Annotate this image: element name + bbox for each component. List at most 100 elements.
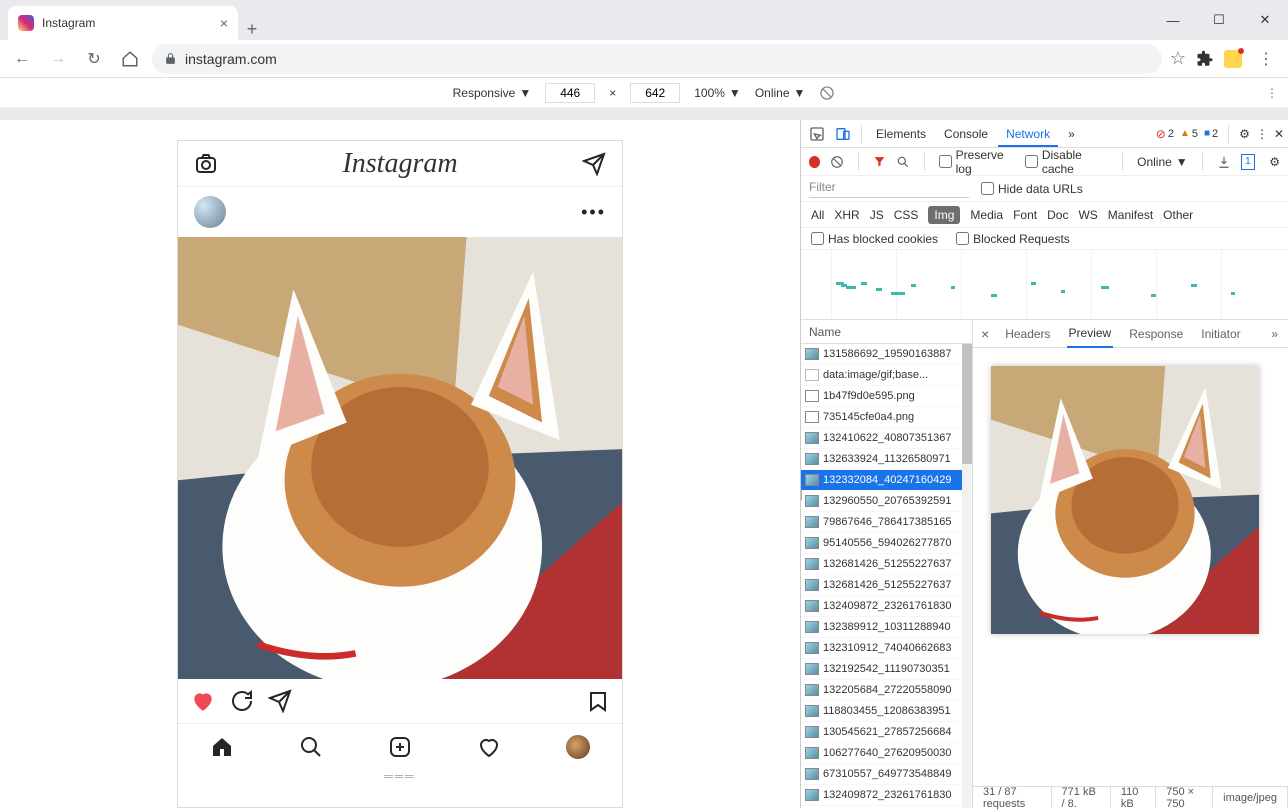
- type-js[interactable]: JS: [870, 208, 884, 222]
- request-row[interactable]: 132192542_11190730351: [801, 659, 962, 680]
- preserve-log-checkbox[interactable]: Preserve log: [939, 148, 1015, 176]
- filter-icon[interactable]: [873, 155, 886, 168]
- info-count[interactable]: 2: [1204, 128, 1218, 140]
- resize-handle[interactable]: ||: [797, 464, 803, 524]
- inspect-icon[interactable]: [805, 126, 829, 142]
- drag-handle-icon[interactable]: ═══: [178, 769, 622, 783]
- save-button[interactable]: [586, 689, 610, 713]
- tab-preview[interactable]: Preview: [1067, 320, 1114, 348]
- type-manifest[interactable]: Manifest: [1108, 208, 1153, 222]
- request-row[interactable]: 132389912_10311288940: [801, 617, 962, 638]
- new-tab-button[interactable]: +: [238, 19, 266, 40]
- device-more-button[interactable]: ⋮: [1266, 86, 1278, 100]
- tab-headers[interactable]: Headers: [1003, 321, 1052, 347]
- tab-elements[interactable]: Elements: [868, 121, 934, 147]
- request-row[interactable]: 132409872_23261761830: [801, 596, 962, 617]
- tab-initiator[interactable]: Initiator: [1199, 321, 1242, 347]
- request-row[interactable]: 132332084_40247160429: [801, 470, 962, 491]
- omnibox[interactable]: instagram.com: [152, 44, 1162, 74]
- type-font[interactable]: Font: [1013, 208, 1037, 222]
- request-row[interactable]: 132205684_27220558090: [801, 680, 962, 701]
- blocked-requests-checkbox[interactable]: Blocked Requests: [956, 232, 1070, 246]
- export-har-icon[interactable]: 1: [1241, 154, 1256, 170]
- tab-console[interactable]: Console: [936, 121, 996, 147]
- warning-count[interactable]: 5: [1180, 128, 1198, 140]
- tab-network[interactable]: Network: [998, 121, 1058, 147]
- type-media[interactable]: Media: [970, 208, 1003, 222]
- nav-back-button[interactable]: ←: [8, 45, 36, 73]
- disable-cache-checkbox[interactable]: Disable cache: [1025, 148, 1108, 176]
- window-close-button[interactable]: ✕: [1242, 0, 1288, 40]
- camera-icon[interactable]: [194, 152, 218, 176]
- request-row[interactable]: 106277640_27620950030: [801, 743, 962, 764]
- devtools-close-icon[interactable]: ✕: [1274, 127, 1284, 141]
- request-row[interactable]: 1b47f9d0e595.png: [801, 386, 962, 407]
- request-row[interactable]: 132310912_74040662683: [801, 638, 962, 659]
- request-row[interactable]: 132681426_51255227637: [801, 575, 962, 596]
- request-row[interactable]: 132633924_11326580971: [801, 449, 962, 470]
- import-har-icon[interactable]: [1217, 155, 1231, 169]
- user-avatar[interactable]: [194, 196, 226, 228]
- tab-detail-more[interactable]: »: [1269, 321, 1280, 347]
- record-button[interactable]: [809, 156, 820, 168]
- type-all[interactable]: All: [811, 208, 824, 222]
- request-row[interactable]: 79867646_786417385165: [801, 512, 962, 533]
- devtools-settings-icon[interactable]: ⚙: [1239, 127, 1250, 141]
- request-row[interactable]: 130545621_27857256684: [801, 722, 962, 743]
- request-row[interactable]: 132409872_23261761830: [801, 785, 962, 806]
- nav-forward-button[interactable]: →: [44, 45, 72, 73]
- rotate-icon[interactable]: [819, 85, 835, 101]
- network-settings-icon[interactable]: ⚙: [1269, 155, 1280, 169]
- request-row[interactable]: 132960550_20765392591: [801, 491, 962, 512]
- throttle-select[interactable]: Online ▼: [755, 86, 806, 100]
- nav-activity-icon[interactable]: [477, 735, 501, 759]
- chrome-menu-button[interactable]: ⋮: [1252, 45, 1280, 73]
- filter-input[interactable]: Filter: [809, 180, 969, 198]
- bookmark-star-icon[interactable]: ☆: [1170, 48, 1186, 69]
- extensions-icon[interactable]: [1196, 50, 1214, 68]
- browser-tab[interactable]: Instagram ×: [8, 6, 238, 40]
- request-row[interactable]: 735145cfe0a4.png: [801, 407, 962, 428]
- device-height-input[interactable]: [630, 83, 680, 103]
- instagram-logo[interactable]: Instagram: [342, 148, 457, 180]
- search-icon[interactable]: [896, 155, 910, 169]
- tab-more[interactable]: »: [1060, 121, 1083, 147]
- type-xhr[interactable]: XHR: [834, 208, 859, 222]
- tab-response[interactable]: Response: [1127, 321, 1185, 347]
- comment-button[interactable]: [230, 689, 254, 713]
- extension-badge-icon[interactable]: [1224, 50, 1242, 68]
- type-ws[interactable]: WS: [1078, 208, 1097, 222]
- request-row[interactable]: data:image/gif;base...: [801, 365, 962, 386]
- clear-button[interactable]: [830, 155, 844, 169]
- timeline-overview[interactable]: 20000 ms40000 ms60000 ms80000 ms100000 m…: [801, 250, 1288, 320]
- type-doc[interactable]: Doc: [1047, 208, 1068, 222]
- hide-data-urls-checkbox[interactable]: Hide data URLs: [981, 182, 1083, 196]
- request-row[interactable]: 132410622_40807351367: [801, 428, 962, 449]
- request-row[interactable]: 118803455_12086383951: [801, 701, 962, 722]
- nav-reload-button[interactable]: ↻: [80, 45, 108, 73]
- device-toggle-icon[interactable]: [831, 126, 855, 142]
- close-detail-button[interactable]: ×: [981, 326, 989, 342]
- devtools-more-icon[interactable]: ⋮: [1256, 127, 1268, 141]
- scrollbar[interactable]: [962, 344, 972, 808]
- throttling-select[interactable]: Online▼: [1137, 155, 1188, 169]
- device-select[interactable]: Responsive ▼: [453, 86, 532, 100]
- post-menu-button[interactable]: •••: [581, 202, 606, 223]
- nav-create-icon[interactable]: [388, 735, 412, 759]
- device-width-input[interactable]: [545, 83, 595, 103]
- send-icon[interactable]: [582, 152, 606, 176]
- like-button[interactable]: [190, 688, 216, 714]
- tab-close-icon[interactable]: ×: [220, 15, 228, 31]
- request-row[interactable]: 131586692_19590163887: [801, 344, 962, 365]
- zoom-select[interactable]: 100% ▼: [694, 86, 741, 100]
- request-row[interactable]: 132681426_51255227637: [801, 554, 962, 575]
- nav-profile-avatar[interactable]: [566, 735, 590, 759]
- share-button[interactable]: [268, 689, 292, 713]
- post-image[interactable]: [178, 237, 622, 679]
- blocked-cookies-checkbox[interactable]: Has blocked cookies: [811, 232, 938, 246]
- error-count[interactable]: 2: [1156, 127, 1174, 141]
- name-column-header[interactable]: Name: [801, 320, 972, 344]
- type-img[interactable]: Img: [928, 206, 960, 224]
- window-maximize-button[interactable]: ☐: [1196, 0, 1242, 40]
- type-css[interactable]: CSS: [894, 208, 919, 222]
